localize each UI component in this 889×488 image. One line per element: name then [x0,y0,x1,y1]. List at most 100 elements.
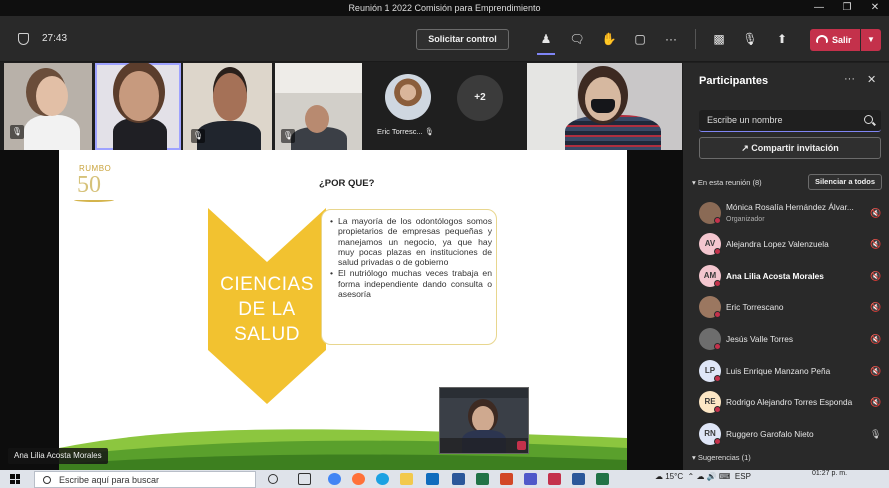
reactions-icon[interactable]: ✋ [600,31,618,47]
request-control-button[interactable]: Solicitar control [416,29,509,50]
panel-title: Participantes [699,75,769,87]
maximize-icon[interactable]: ❐ [833,0,861,16]
phone-icon [816,35,828,43]
eric-avatar[interactable] [385,74,431,120]
mic-off-icon[interactable]: 🔇 [870,302,881,313]
excel-icon[interactable] [476,473,489,485]
taskbar-search-input[interactable]: Escribe aquí para buscar [34,471,256,488]
search-placeholder: Escribe un nombre [707,115,783,125]
participant-row[interactable]: RN Ruggero Garofalo Nieto 🎙 [699,420,887,450]
edge-icon[interactable] [376,473,389,485]
mic-off-icon[interactable]: 🔇 [870,397,881,408]
video-tile-active[interactable] [95,63,181,150]
presence-dot [714,438,721,445]
file-explorer-icon[interactable] [400,473,413,485]
task-view-icon[interactable] [298,473,311,485]
taskbar-search-placeholder: Escribe aquí para buscar [59,475,160,485]
presence-dot [714,406,721,413]
participant-row[interactable]: LP Luis Enrique Manzano Peña 🔇 [699,357,887,387]
presence-dot [714,311,721,318]
mic-off-icon: 🎙 [281,129,295,143]
close-icon[interactable]: ✕ [867,73,876,86]
powerpoint-icon[interactable] [500,473,513,485]
excel-icon-2[interactable] [596,473,609,485]
presence-dot [714,217,721,224]
camera-icon[interactable]: ▩ [710,31,728,47]
participant-name: Mónica Rosalía Hernández Álvar... [726,202,854,212]
presenter-name-label: Ana Lilia Acosta Morales [8,448,108,464]
windows-taskbar: Escribe aquí para buscar ☁ 15°C ⌃ ☁ 🔊 ⌨ … [0,470,889,488]
participants-panel: Participantes ··· ✕ Escribe un nombre ↗ … [683,63,889,470]
search-icon [864,115,873,124]
presence-dot [714,343,721,350]
share-invite-button[interactable]: ↗ Compartir invitación [699,137,881,159]
participant-body [565,115,661,150]
word-icon[interactable] [452,473,465,485]
mic-off-icon: 🎙 [10,125,24,139]
mic-off-icon[interactable]: 🔇 [870,271,881,282]
rooms-icon[interactable]: ▢ [631,31,649,47]
participant-row[interactable]: RE Rodrigo Alejandro Torres Esponda 🔇 [699,388,887,418]
chat-icon[interactable]: 🗨 [568,31,586,47]
participant-row[interactable]: Eric Torrescano 🔇 [699,293,887,323]
people-icon[interactable]: ♟ [537,31,555,47]
keyboard-language[interactable]: ESP [735,472,751,481]
participant-head [213,73,247,121]
slide-bullet: La mayoría de los odontólogos somos prop… [330,216,492,267]
windows-start-icon[interactable] [10,474,20,484]
self-view-video[interactable] [439,387,529,454]
system-tray: ☁ 15°C ⌃ ☁ 🔊 ⌨ ESP [655,472,751,481]
leave-options-chevron-icon[interactable]: ▼ [861,29,881,51]
window-controls: — ❐ ✕ [805,0,889,16]
video-tile[interactable]: 🎙 [183,63,272,150]
participant-row[interactable]: Jesús Valle Torres 🔇 [699,325,887,355]
mute-all-button[interactable]: Silenciar a todos [808,174,882,190]
video-tile[interactable] [527,63,682,150]
mic-off-icon[interactable]: 🔇 [870,366,881,377]
firefox-icon[interactable] [352,473,365,485]
participant-head [472,406,494,432]
word-icon-2[interactable] [572,473,585,485]
presence-dot [714,375,721,382]
mic-muted-icon[interactable]: 🎙 [741,31,759,47]
panel-more-icon[interactable]: ··· [844,73,855,85]
chrome-icon[interactable] [328,473,341,485]
video-tile[interactable]: 🎙 [275,63,362,150]
shared-slide: RUMBO 50 ¿POR QUE? CIENCIAS DE LA SALUD … [59,150,627,470]
store-icon[interactable] [426,473,439,485]
participant-head [36,76,68,116]
cortana-icon[interactable] [268,474,278,484]
mic-off-icon: 🎙 [191,129,205,143]
taskbar-clock[interactable]: 01:27 p. m. [812,470,847,478]
participant-search-input[interactable]: Escribe un nombre [699,110,881,132]
slide-title: ¿POR QUE? [319,178,375,189]
suggestions-section-header[interactable]: ▾ Sugerencias (1) [692,453,751,462]
pdf-icon[interactable] [548,473,561,485]
participant-row[interactable]: Mónica Rosalía Hernández Álvar... Organiz… [699,199,887,229]
meeting-timer: 27:43 [42,33,68,44]
more-participants-button[interactable]: +2 [457,75,503,121]
mic-icon[interactable]: 🎙 [870,429,881,440]
wall-background [275,63,362,93]
participant-name: Ruggero Garofalo Nieto [726,429,814,439]
more-actions-icon[interactable]: ··· [662,31,680,47]
participant-body [113,118,167,150]
mic-off-icon[interactable]: 🔇 [870,334,881,345]
mic-off-icon[interactable]: 🔇 [870,239,881,250]
minimize-icon[interactable]: — [805,0,833,16]
toolbar-divider [695,29,696,49]
video-tile[interactable]: 🎙 [4,63,92,150]
participant-row[interactable]: AM Ana Lilia Acosta Morales 🔇 [699,262,887,292]
share-screen-icon[interactable]: ⬆ [773,31,791,47]
chevron-line: DE LA [238,299,296,320]
teams-icon[interactable] [524,473,537,485]
grass-decoration [59,429,627,470]
window-title-bar: Reunión 1 2022 Comisión para Emprendimie… [0,0,889,16]
in-meeting-section-header[interactable]: ▾ En esta reunión (8) [692,178,762,187]
mic-off-icon[interactable]: 🔇 [870,208,881,219]
participant-row[interactable]: AV Alejandra Lopez Valenzuela 🔇 [699,230,887,260]
close-window-icon[interactable]: ✕ [861,0,889,16]
participant-name: Eric Torrescano [726,302,784,312]
participant-body [197,121,261,150]
meeting-toolbar: 27:43 Solicitar control ♟ 🗨 ✋ ▢ ··· ▩ 🎙 … [0,16,889,62]
